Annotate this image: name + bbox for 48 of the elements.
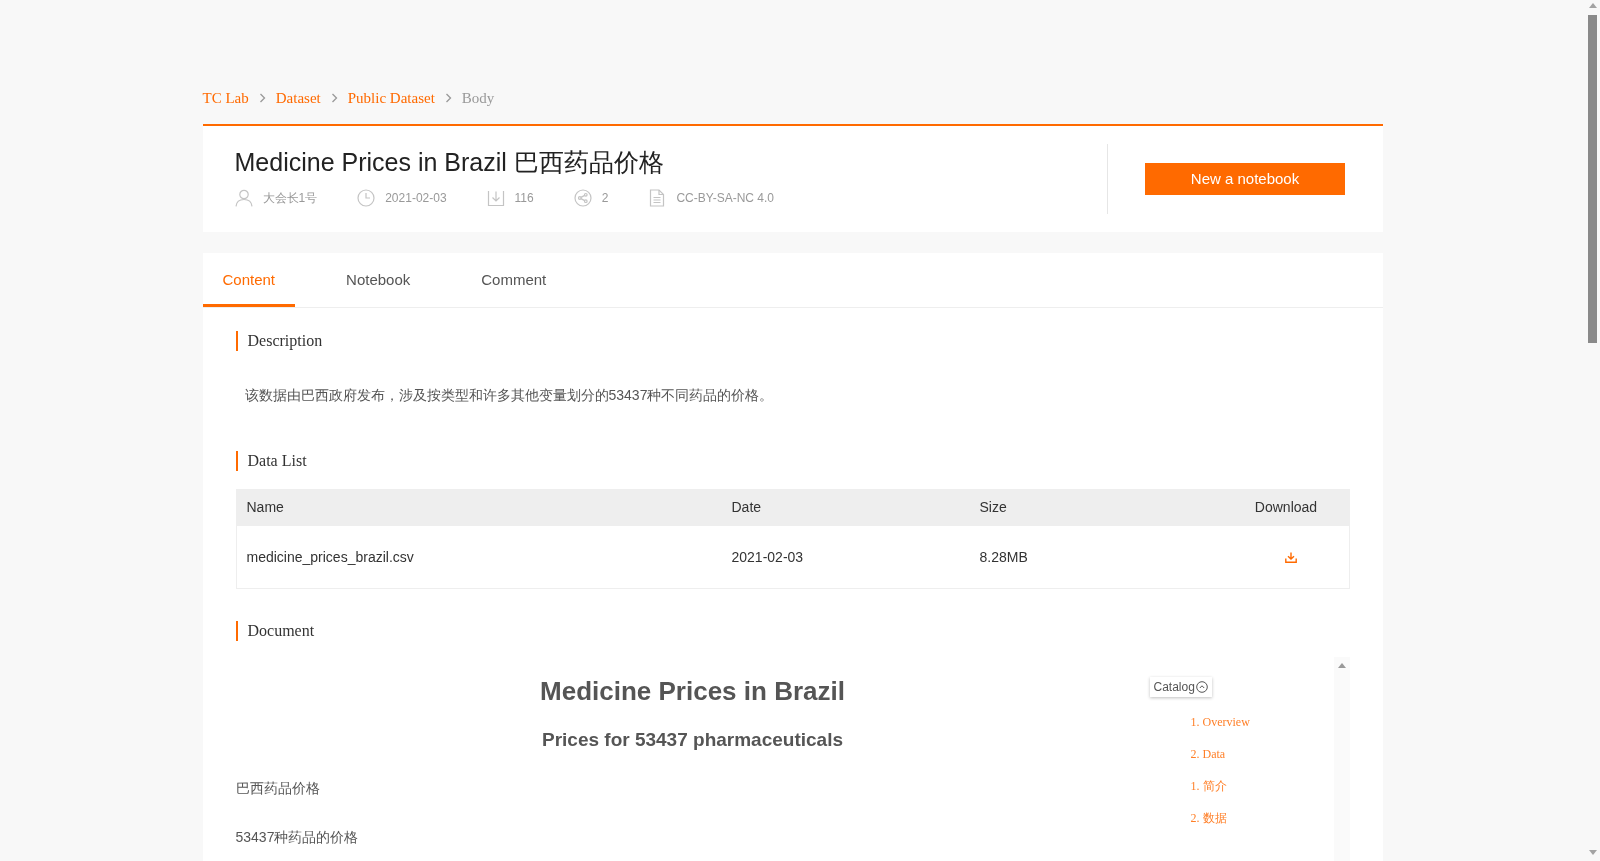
breadcrumb-link[interactable]: Public Dataset bbox=[347, 86, 435, 110]
catalog-link[interactable]: 1. Overview bbox=[1190, 714, 1250, 730]
scroll-up-icon[interactable] bbox=[1337, 663, 1346, 668]
column-header: Date bbox=[730, 498, 763, 517]
publish-date: 2021-02-03 bbox=[385, 190, 447, 207]
description-text: 该数据由巴西政府发布，涉及按类型和许多其他变量划分的53437种不同药品的价格。 bbox=[243, 386, 775, 405]
download-icon[interactable] bbox=[1285, 551, 1297, 563]
scroll-down-icon[interactable] bbox=[1588, 850, 1597, 855]
section-heading: Description bbox=[235, 331, 323, 351]
document-paragraph: 53437种药品的价格 bbox=[235, 828, 360, 847]
size-cell-text: 8.28MB bbox=[978, 547, 1029, 567]
share-icon bbox=[573, 189, 592, 207]
document-icon bbox=[648, 189, 667, 207]
file-name-cell-text: medicine_prices_brazil.csv bbox=[245, 547, 415, 567]
document-title: Medicine Prices in Brazil bbox=[539, 675, 846, 708]
tab[interactable]: Comment bbox=[461, 253, 567, 307]
catalog-link[interactable]: 1. 简介 bbox=[1190, 778, 1250, 794]
chevron-right-icon bbox=[444, 93, 452, 103]
download-icon bbox=[486, 189, 505, 207]
scroll-up-icon[interactable] bbox=[1588, 3, 1597, 8]
column-header: Name bbox=[245, 498, 285, 517]
document-paragraph: 巴西药品价格 bbox=[235, 779, 321, 798]
author-name: 大会长1号 bbox=[262, 190, 318, 207]
user-icon bbox=[234, 189, 253, 207]
date-cell-text: 2021-02-03 bbox=[730, 547, 805, 567]
catalog-link[interactable]: 2. Data bbox=[1190, 746, 1250, 762]
download-count: 116 bbox=[514, 190, 534, 207]
chevron-right-icon bbox=[258, 93, 266, 103]
dataset-title: Medicine Prices in Brazil 巴西药品价格 bbox=[234, 147, 665, 178]
column-header: Download bbox=[1253, 498, 1319, 517]
tab[interactable]: Content bbox=[202, 253, 296, 307]
scrollbar-thumb[interactable] bbox=[1588, 15, 1597, 343]
document-subtitle: Prices for 53437 pharmaceuticals bbox=[541, 728, 844, 752]
share-count: 2 bbox=[601, 190, 609, 207]
clock-icon bbox=[357, 189, 376, 207]
catalog-toggle-button[interactable]: Catalog bbox=[1149, 677, 1212, 697]
tab[interactable]: Notebook bbox=[326, 253, 431, 307]
chevron-right-icon bbox=[330, 93, 338, 103]
breadcrumb-link[interactable]: Dataset bbox=[275, 86, 321, 110]
chevron-up-circle-icon bbox=[1195, 681, 1208, 693]
column-header: Size bbox=[978, 498, 1008, 517]
section-heading: Document bbox=[235, 621, 315, 641]
breadcrumb-current-page: Body bbox=[461, 88, 495, 108]
breadcrumb-link[interactable]: TC Lab bbox=[202, 86, 249, 110]
section-heading: Data List bbox=[235, 451, 307, 471]
catalog-link[interactable]: 2. 数据 bbox=[1190, 810, 1250, 826]
license-label: CC-BY-SA-NC 4.0 bbox=[676, 190, 774, 207]
new-notebook-button[interactable]: New a notebook bbox=[1145, 163, 1345, 195]
